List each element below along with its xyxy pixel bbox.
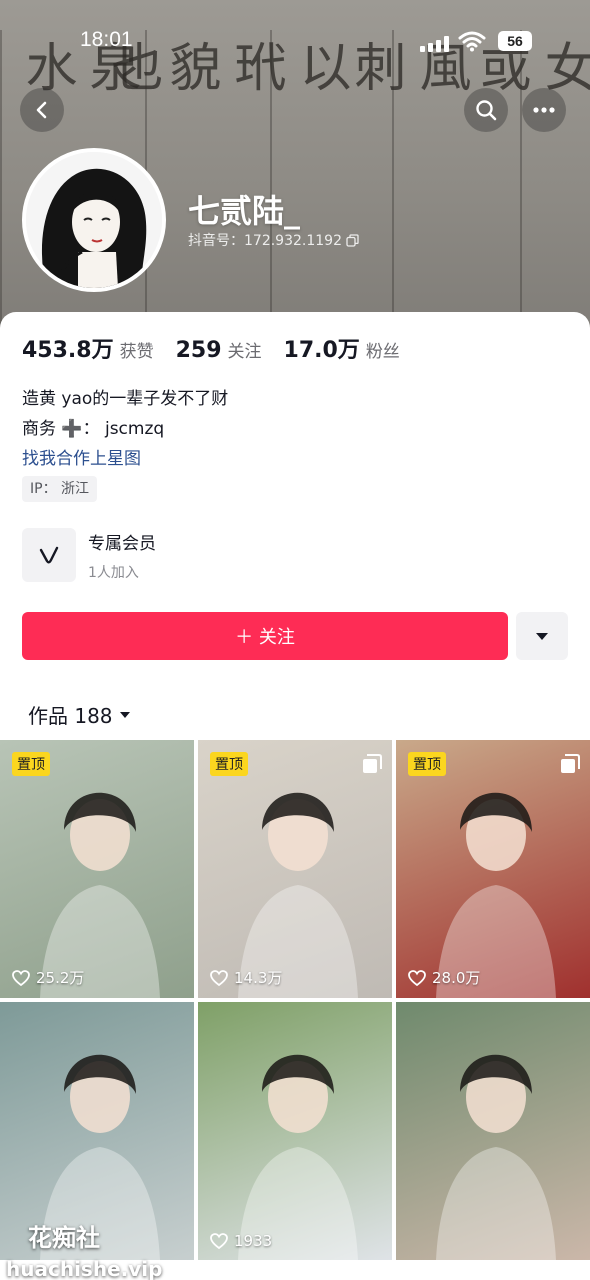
recommend-dropdown-button[interactable] xyxy=(516,612,568,660)
stat-number: 259 xyxy=(175,338,222,363)
douyin-id[interactable]: 抖音号：172.932.1192 xyxy=(188,230,359,250)
thumbnail-figure xyxy=(40,792,160,998)
more-button[interactable] xyxy=(522,88,566,132)
stat-label: 获赞 xyxy=(119,342,154,362)
multi-image-icon xyxy=(363,754,382,773)
stat-label: 关注 xyxy=(227,342,262,362)
search-icon xyxy=(476,100,497,121)
heart-icon xyxy=(408,969,426,986)
clock: 18:01 xyxy=(80,28,133,51)
membership-subtitle: 1人加入 xyxy=(88,564,139,581)
video-tile[interactable]: 1933 xyxy=(198,1002,392,1260)
membership-logo xyxy=(22,528,76,582)
stat-label: 粉丝 xyxy=(365,342,400,362)
pinned-badge: 置顶 xyxy=(12,752,50,776)
like-count-text: 1933 xyxy=(234,1232,273,1250)
video-tile[interactable]: 置顶 25.2万 xyxy=(0,740,194,998)
ip-location-tag: IP： 浙江 xyxy=(22,476,98,502)
video-tile[interactable]: 置顶 28.0万 xyxy=(396,740,590,998)
more-icon xyxy=(533,107,555,113)
like-count-text: 25.2万 xyxy=(36,969,85,987)
bio: 造黄 yao的一辈子发不了财 商务 ➕： jscmzq 找我合作上星图 xyxy=(22,384,228,474)
follow-button[interactable]: ＋ 关注 xyxy=(22,612,508,660)
caret-down-icon xyxy=(119,711,130,718)
like-count-text: 28.0万 xyxy=(432,969,481,987)
heart-icon xyxy=(12,969,30,986)
profile-sheet: 453.8万 获赞 259 关注 17.0万 粉丝 造黄 yao的一辈子发不了财… xyxy=(0,312,590,1280)
back-button[interactable] xyxy=(20,88,64,132)
signal-icon xyxy=(420,36,450,52)
like-count: 1933 xyxy=(210,1232,272,1250)
like-count: 25.2万 xyxy=(12,967,84,988)
star-map-link[interactable]: 找我合作上星图 xyxy=(22,444,228,474)
thumbnail-figure xyxy=(238,1054,358,1260)
status-bar: 18:01 56 xyxy=(0,28,590,56)
multi-image-icon xyxy=(561,754,580,773)
douyin-id-text: 抖音号：172.932.1192 xyxy=(188,233,342,249)
bio-line-2: 商务 ➕： jscmzq xyxy=(22,419,165,439)
nickname: 七贰陆_ xyxy=(188,192,301,230)
heart-icon xyxy=(210,969,228,986)
like-count: 28.0万 xyxy=(408,967,480,988)
tab-works-label: 作品 188 xyxy=(28,704,113,728)
search-button[interactable] xyxy=(464,88,508,132)
membership-entry[interactable]: 专属会员 1人加入 xyxy=(22,528,156,582)
video-tile[interactable] xyxy=(396,1002,590,1260)
like-count: 14.3万 xyxy=(210,967,282,988)
pinned-badge: 置顶 xyxy=(408,752,446,776)
stat-followers[interactable]: 17.0万 粉丝 xyxy=(284,332,400,364)
wifi-icon xyxy=(458,31,486,52)
stat-number: 453.8万 xyxy=(22,338,114,363)
battery-icon: 56 xyxy=(498,31,532,51)
bio-line-1: 造黄 yao的一辈子发不了财 xyxy=(22,389,229,409)
tab-works[interactable]: 作品 188 xyxy=(28,700,131,729)
watermark-line-2: huachishe.vip xyxy=(6,1257,163,1280)
profile-header: 水 泉 也 貌 玳 以 刺 風 或 女 18:01 56 七贰陆_ 抖音号：17… xyxy=(0,0,590,340)
like-count-text: 14.3万 xyxy=(234,969,283,987)
avatar[interactable] xyxy=(22,148,166,292)
stat-number: 17.0万 xyxy=(283,338,360,363)
membership-title: 专属会员 xyxy=(88,533,156,554)
avatar-illustration xyxy=(26,152,162,288)
stats-row: 453.8万 获赞 259 关注 17.0万 粉丝 xyxy=(22,332,400,364)
pinned-badge: 置顶 xyxy=(210,752,248,776)
caret-down-icon xyxy=(536,632,548,640)
thumbnail-figure xyxy=(436,792,556,998)
thumbnail-figure xyxy=(436,1054,556,1260)
watermark: 花痴社 huachishe.vip xyxy=(6,1218,162,1280)
heart-icon xyxy=(210,1233,228,1249)
video-tile[interactable]: 置顶 14.3万 xyxy=(198,740,392,998)
thumbnail-figure xyxy=(238,792,358,998)
v-check-icon xyxy=(39,546,59,564)
stat-likes[interactable]: 453.8万 获赞 xyxy=(22,332,154,364)
copy-icon[interactable] xyxy=(346,233,359,247)
watermark-line-1: 花痴社 xyxy=(28,1224,100,1252)
stat-following[interactable]: 259 关注 xyxy=(176,337,262,363)
chevron-left-icon xyxy=(36,101,47,119)
